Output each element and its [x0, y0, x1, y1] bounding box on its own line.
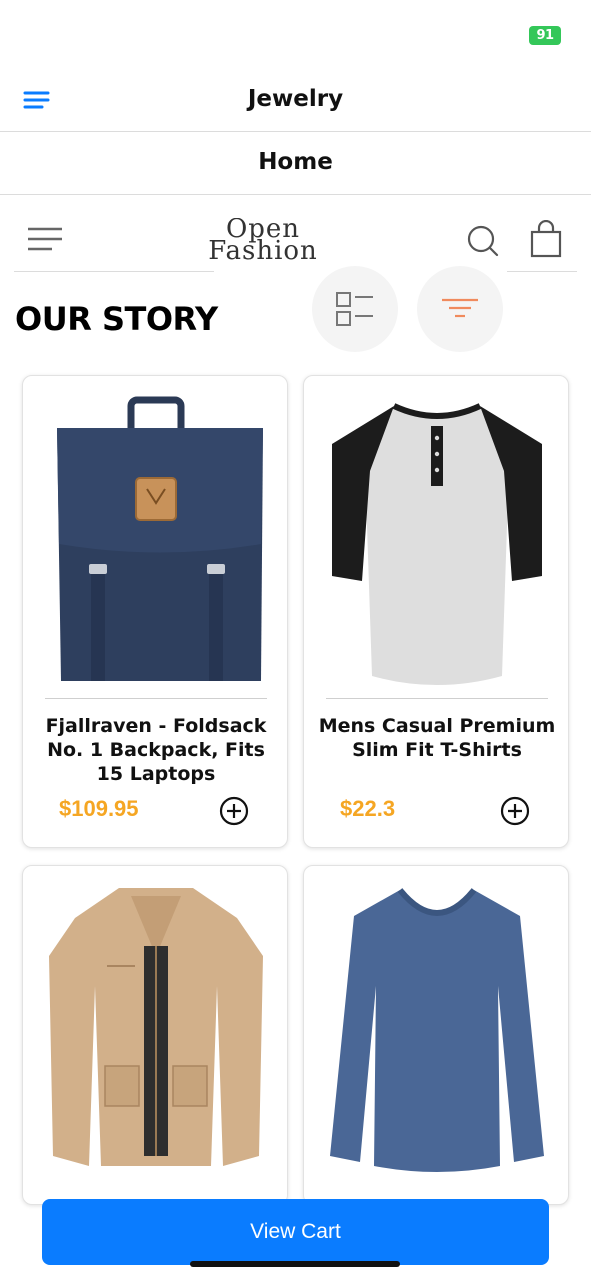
view-cart-label: View Cart [250, 1220, 341, 1243]
product-price: $109.95 [59, 796, 139, 821]
logo-line-2: Fashion [208, 236, 318, 260]
home-bar: Home [0, 133, 591, 195]
search-icon [467, 225, 499, 257]
open-fashion-logo[interactable]: Open Fashion [200, 218, 326, 260]
app-header: Open Fashion [0, 196, 591, 286]
product-title: Mens Casual Premium Slim Fit T-Shirts [318, 715, 556, 761]
product-image [23, 866, 287, 1186]
product-card[interactable]: Mens Casual Premium Slim Fit T-Shirts $2… [303, 375, 569, 848]
product-price: $22.3 [340, 796, 396, 821]
shopping-bag-icon [530, 219, 562, 258]
header-divider-left [14, 271, 214, 272]
product-image [304, 376, 568, 696]
product-card[interactable] [22, 865, 288, 1205]
product-card[interactable] [303, 865, 569, 1205]
product-card[interactable]: Fjallraven - Foldsack No. 1 Backpack, Fi… [22, 375, 288, 848]
hamburger-button[interactable] [26, 224, 64, 254]
backpack-image [57, 396, 263, 681]
filter-button[interactable] [417, 266, 503, 352]
shopping-bag-button[interactable] [528, 219, 564, 258]
add-to-cart-button[interactable] [500, 796, 530, 826]
add-circle-icon [500, 796, 530, 826]
card-divider [45, 698, 267, 699]
add-to-cart-button[interactable] [219, 796, 249, 826]
header-divider-right [507, 271, 577, 272]
section-title: OUR STORY [15, 300, 218, 338]
view-cart-button[interactable]: View Cart [42, 1199, 549, 1265]
hamburger-icon [28, 227, 62, 251]
battery-indicator: 91 [529, 26, 561, 45]
product-image [304, 866, 568, 1186]
search-button[interactable] [464, 222, 500, 258]
khaki-jacket-image [49, 888, 263, 1166]
add-circle-icon [219, 796, 249, 826]
product-title: Fjallraven - Foldsack No. 1 Backpack, Fi… [45, 715, 267, 785]
home-title: Home [258, 149, 333, 175]
card-divider [326, 698, 548, 699]
nav-title: Jewelry [247, 86, 344, 112]
layout-toggle-button[interactable] [312, 266, 398, 352]
home-indicator [190, 1261, 400, 1267]
list-layout-icon [336, 292, 373, 326]
navigation-bar: Jewelry [0, 68, 591, 132]
status-bar: 91 [0, 0, 591, 60]
blue-tee-image [330, 888, 544, 1172]
henley-shirt-image [332, 403, 542, 685]
filter-icon [442, 298, 478, 318]
product-image [23, 376, 287, 696]
